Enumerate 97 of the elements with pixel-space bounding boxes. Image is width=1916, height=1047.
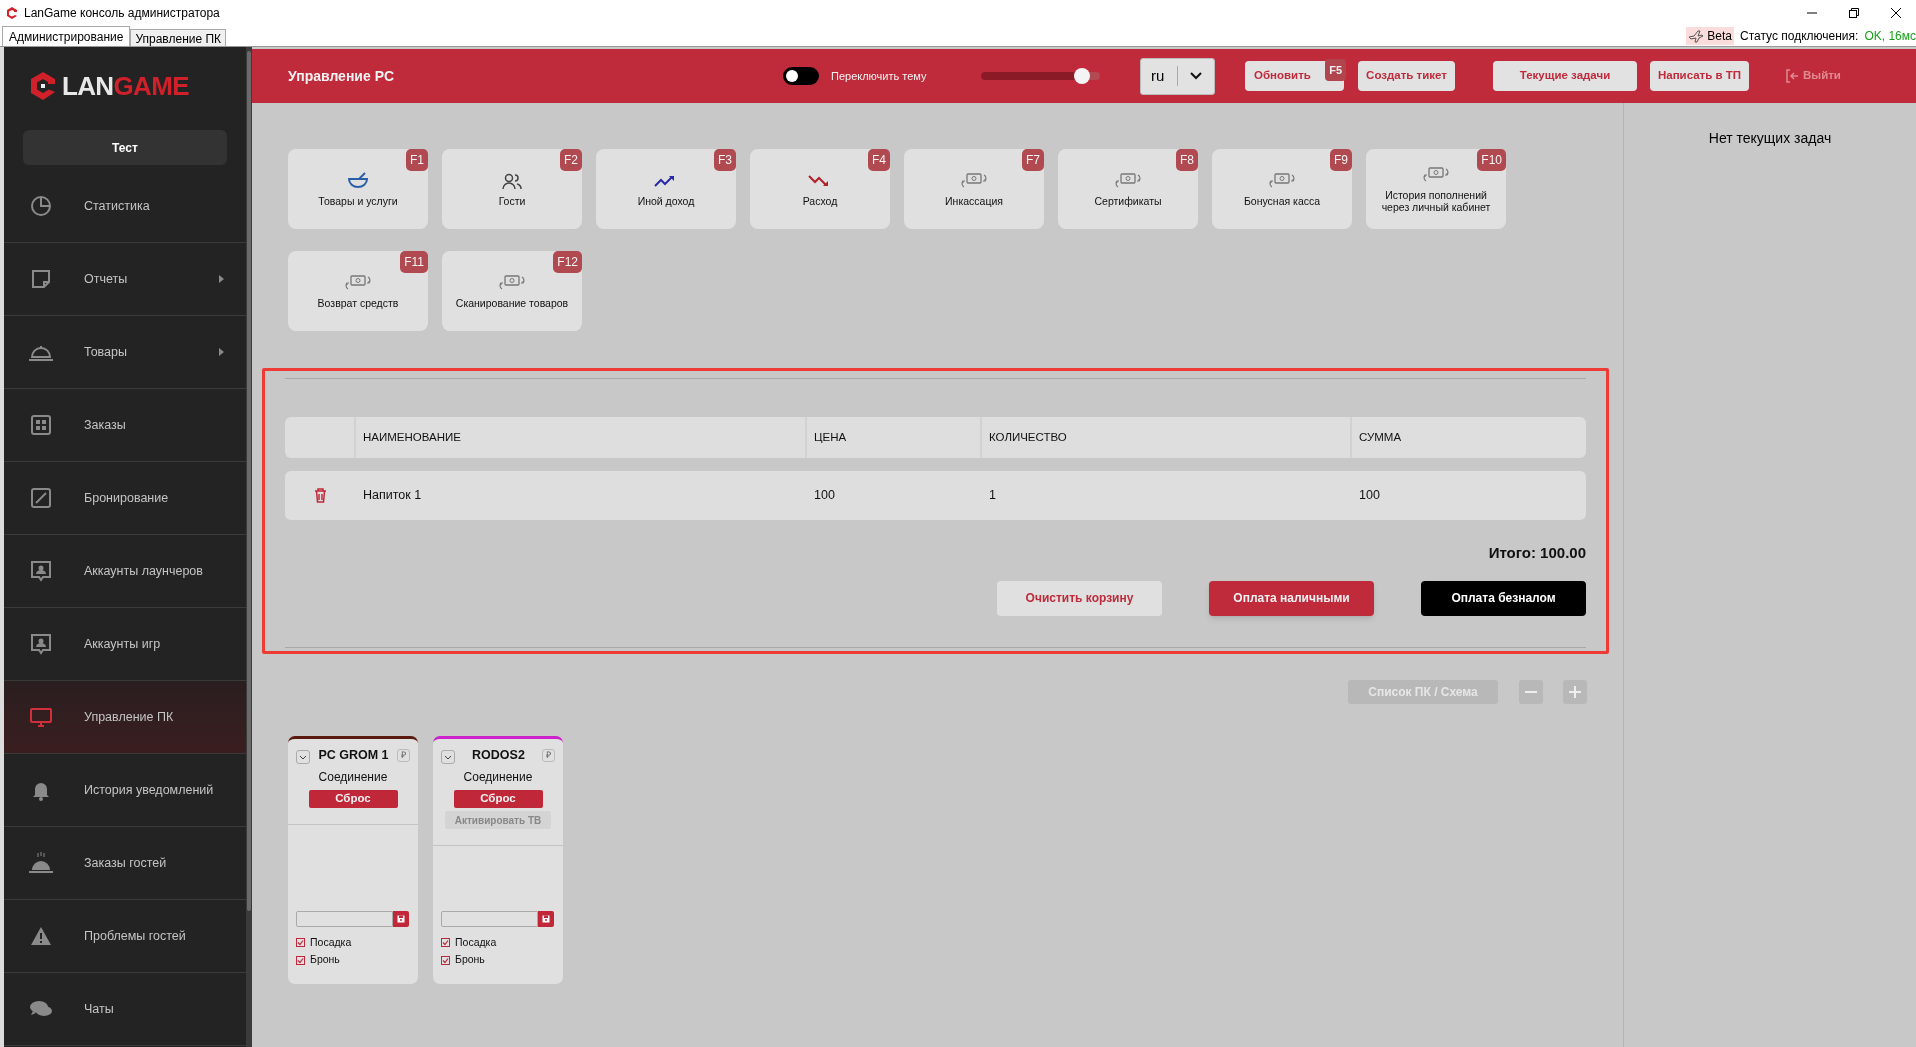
- checkbox-label: Бронь: [310, 952, 340, 968]
- table-cell-text: 1: [989, 487, 996, 505]
- window-title: LanGame консоль администратора: [24, 5, 220, 22]
- bowl-icon: [347, 171, 369, 191]
- beta-badge: Beta: [1686, 27, 1734, 45]
- connection-status: Соединение: [318, 769, 388, 786]
- cart-total: Итого: 100.00: [1488, 543, 1586, 563]
- action-tile[interactable]: F2 Гости: [442, 149, 582, 229]
- language-dropdown[interactable]: ru: [1140, 57, 1215, 95]
- checkbox[interactable]: [441, 955, 450, 965]
- people-icon: [501, 171, 523, 191]
- cart-button[interactable]: Очистить корзину: [997, 580, 1162, 616]
- checkbox-label: Посадка: [455, 934, 497, 950]
- warning-icon: [28, 925, 54, 947]
- table-cell-text: Напиток 1: [363, 487, 422, 505]
- page-title: Управление PC: [288, 66, 396, 86]
- pc-name: PC GROM 1: [317, 749, 390, 761]
- action-tile[interactable]: F3 Иной доход: [596, 149, 736, 229]
- restore-icon[interactable]: [1848, 7, 1860, 19]
- expand-button[interactable]: [441, 750, 455, 764]
- action-tile[interactable]: F1 Товары и услуги: [288, 149, 428, 229]
- theme-toggle[interactable]: [783, 67, 819, 85]
- checkbox-label: Посадка: [310, 934, 352, 950]
- action-tile[interactable]: F4 Расход: [750, 149, 890, 229]
- hotkey-badge: F9: [1330, 149, 1352, 171]
- empty-tasks-text: Нет текущих задач: [1708, 129, 1832, 148]
- user-button[interactable]: Тест: [23, 130, 227, 165]
- currency-badge: ₽: [397, 749, 410, 762]
- expand-button[interactable]: [296, 750, 310, 764]
- hotkey-badge: F8: [1176, 149, 1198, 171]
- connection-status: Соединение: [463, 769, 533, 786]
- reset-button[interactable]: Сброс: [308, 790, 398, 808]
- note-input[interactable]: [441, 910, 538, 927]
- hotkey-badge: F1: [406, 149, 428, 171]
- action-tile[interactable]: F8 Сертификаты: [1058, 149, 1198, 229]
- save-button[interactable]: [393, 910, 409, 927]
- action-tile[interactable]: F9 Бонусная касса: [1212, 149, 1352, 229]
- cart-button[interactable]: Оплата безналом: [1421, 580, 1586, 616]
- status-value: OK, 16мс: [1864, 28, 1916, 45]
- hotkey-badge: F5: [1325, 59, 1346, 81]
- cart-button[interactable]: Оплата наличными: [1209, 580, 1374, 616]
- hotkey-badge: F10: [1477, 149, 1506, 171]
- note-input[interactable]: [296, 910, 393, 927]
- chevron-down-icon: [444, 754, 452, 760]
- header-button[interactable]: Текущие задачи: [1493, 61, 1637, 91]
- account-icon: [28, 560, 54, 582]
- reset-button[interactable]: Сброс: [453, 790, 543, 808]
- currency-badge: ₽: [542, 749, 555, 762]
- hotkey-badge: F2: [560, 149, 582, 171]
- table-cell-text: 100: [814, 487, 835, 505]
- action-tile[interactable]: F11 Возврат средств: [288, 251, 428, 331]
- logout-icon: [1785, 69, 1799, 83]
- hotkey-badge: F12: [553, 251, 582, 273]
- toggle-label: Переключить тему: [831, 68, 928, 84]
- header-button[interactable]: Обновить F5: [1245, 61, 1344, 91]
- save-icon: [542, 914, 550, 923]
- hotkey-badge: F11: [400, 251, 428, 273]
- table-cell-text: 100: [1359, 487, 1380, 505]
- column-header: СУММА: [1358, 429, 1403, 445]
- column-header: ЦЕНА: [807, 417, 982, 458]
- scrollbar[interactable]: [246, 47, 252, 1047]
- pie-chart-icon: [28, 195, 54, 217]
- plus-icon: [1568, 685, 1582, 699]
- close-icon[interactable]: [1890, 7, 1902, 19]
- column-header: НАИМЕНОВАНИЕ: [356, 417, 807, 458]
- airplane-icon: [1688, 29, 1705, 43]
- hotkey-badge: F4: [868, 149, 890, 171]
- column-header: КОЛИЧЕСТВО: [982, 417, 1352, 458]
- status-label: Статус подключения:: [1740, 28, 1859, 45]
- action-tile[interactable]: F10 История пополнений через личный кабинет: [1366, 149, 1506, 229]
- logo-text: LANGAME: [62, 69, 189, 103]
- monitor-icon: [28, 706, 54, 728]
- sidebar-item[interactable]: Управление ПК: [4, 681, 246, 754]
- logo-icon: [30, 71, 56, 101]
- action-tile[interactable]: F12 Сканирование товаров: [442, 251, 582, 331]
- grid-icon: [28, 414, 54, 436]
- pc-name: RODOS2: [471, 749, 526, 761]
- app-logo-icon: [6, 6, 18, 20]
- save-button[interactable]: [538, 910, 554, 927]
- trash-icon[interactable]: [314, 488, 327, 503]
- square-slash-icon: [28, 487, 54, 509]
- window-tab[interactable]: Управление ПК: [130, 29, 227, 46]
- header-button[interactable]: Создать тикет: [1358, 61, 1455, 91]
- checkbox[interactable]: [441, 937, 450, 947]
- cloche-icon: [28, 851, 54, 875]
- hotkey-badge: F3: [714, 149, 736, 171]
- save-icon: [397, 914, 405, 923]
- checkbox[interactable]: [296, 937, 305, 947]
- chevron-down-icon: [299, 754, 307, 760]
- checkbox[interactable]: [296, 955, 305, 965]
- window-tab[interactable]: Администрирование: [2, 26, 131, 46]
- checkbox-label: Бронь: [455, 952, 485, 968]
- chevron-down-icon: [1190, 72, 1202, 80]
- hotkey-badge: F7: [1022, 149, 1044, 171]
- header-button[interactable]: Написать в ТП: [1650, 61, 1749, 91]
- account-icon: [28, 633, 54, 655]
- action-tile[interactable]: F7 Инкассация: [904, 149, 1044, 229]
